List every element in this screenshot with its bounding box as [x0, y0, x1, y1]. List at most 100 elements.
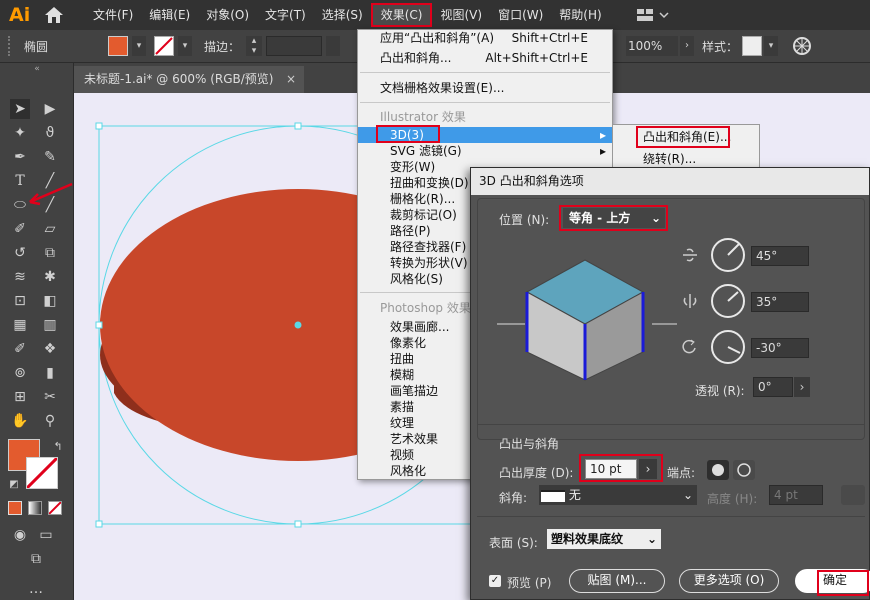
menu-divider: [360, 72, 610, 73]
graph-tool-icon[interactable]: ▮: [40, 363, 60, 383]
grip-icon: [8, 36, 18, 56]
menu-4[interactable]: 选择(S): [314, 0, 371, 30]
close-icon[interactable]: ×: [286, 66, 296, 93]
screen-mode-icon[interactable]: ▭: [36, 525, 56, 545]
draw-mode-icon[interactable]: ◉: [10, 525, 30, 545]
hand-tool-icon[interactable]: ✋: [10, 411, 30, 431]
stroke-stepper[interactable]: ▴ ▾: [246, 36, 263, 56]
chevron-down-icon[interactable]: ▾: [132, 36, 147, 56]
width-tool-icon[interactable]: ≋: [10, 267, 30, 287]
chevron-down-icon[interactable]: ▾: [764, 36, 779, 56]
menu-3[interactable]: 文字(T): [257, 0, 314, 30]
pen-tool-icon[interactable]: ✒: [10, 147, 30, 167]
lasso-icon[interactable]: ϑ: [40, 123, 60, 143]
gradient-mode-icon[interactable]: [28, 501, 42, 515]
resize-handle: [95, 321, 103, 329]
chevron-right-icon[interactable]: ›: [680, 36, 695, 56]
shaper-tool-icon[interactable]: ✐: [10, 219, 30, 239]
home-icon[interactable]: [43, 5, 65, 25]
selection-tool-icon[interactable]: ➤: [10, 99, 30, 119]
menu-item-apply-last[interactable]: 应用“凸出和斜角”(A) Shift+Ctrl+E: [358, 30, 612, 46]
eraser-icon[interactable]: ▱: [40, 219, 60, 239]
swap-colors-icon[interactable]: ↰: [48, 437, 68, 457]
menu-2[interactable]: 对象(O): [198, 0, 257, 30]
section-divider: [477, 516, 865, 517]
menu-bar: Ai 文件(F) 编辑(E) 对象(O) 文字(T) 选择(S) 效果(C) 视图(V) 窗口…: [0, 0, 870, 30]
menu-divider: [360, 102, 610, 103]
zoom-tool-icon[interactable]: ⚲: [40, 411, 60, 431]
chevron-down-icon: ⌄: [646, 532, 657, 546]
direct-selection-tool-icon[interactable]: ▶: [40, 99, 60, 119]
menu-1[interactable]: 编辑(E): [141, 0, 198, 30]
rotate-tool-icon[interactable]: ↺: [10, 243, 30, 263]
default-colors-icon[interactable]: ◩: [4, 475, 24, 495]
blend-tool-icon[interactable]: ❖: [40, 339, 60, 359]
gradient-tool-icon[interactable]: ▥: [40, 315, 60, 335]
shape-builder-icon[interactable]: ◧: [40, 291, 60, 311]
menu-6[interactable]: 视图(V): [432, 0, 490, 30]
recolor-icon[interactable]: [792, 36, 812, 56]
x-rotation-dial[interactable]: [711, 238, 745, 272]
eyedropper-icon[interactable]: ✐: [10, 339, 30, 359]
perspective-input[interactable]: 0°: [753, 377, 793, 397]
magic-wand-icon[interactable]: ✦: [10, 123, 30, 143]
menu-8[interactable]: 帮助(H): [551, 0, 609, 30]
stroke-swatch[interactable]: [154, 36, 175, 56]
menu-item-raster-settings[interactable]: 文档栅格效果设置(E)...: [358, 80, 612, 96]
document-title: 未标题-1.ai* @ 600% (RGB/预览): [84, 72, 274, 86]
preview-label: 预览 (P): [507, 576, 552, 590]
panel-collapse-icon[interactable]: «: [8, 65, 66, 74]
resize-handle: [95, 122, 103, 130]
color-mode-icon[interactable]: [8, 501, 22, 515]
fill-swatch[interactable]: [108, 36, 129, 56]
highlight-extrude-bevel: [636, 126, 730, 148]
section-divider: [477, 424, 865, 425]
stroke-dropdown[interactable]: [326, 36, 341, 56]
slice-tool-icon[interactable]: ✂: [40, 387, 60, 407]
tab-document[interactable]: 未标题-1.ai* @ 600% (RGB/预览) ×: [74, 66, 304, 93]
chevron-right-icon[interactable]: ›: [794, 377, 810, 397]
more-options-button[interactable]: 更多选项 (O): [679, 569, 779, 593]
z-rotation-input[interactable]: -30°: [751, 338, 809, 358]
menu-7[interactable]: 窗口(W): [490, 0, 551, 30]
menu-item-last-effect[interactable]: 凸出和斜角... Alt+Shift+Ctrl+E: [358, 50, 612, 66]
change-screen-mode-icon[interactable]: ⧉: [26, 549, 46, 569]
cap-off-icon[interactable]: [733, 460, 755, 480]
surface-select[interactable]: 塑料效果底纹 ⌄: [547, 529, 661, 549]
menu-0[interactable]: 文件(F): [85, 0, 141, 30]
artboard-tool-icon[interactable]: ⊞: [10, 387, 30, 407]
y-rotation-input[interactable]: 35°: [751, 292, 809, 312]
bevel-direction-icon[interactable]: [841, 485, 865, 505]
workspace-switcher-icon[interactable]: [636, 7, 670, 23]
style-label: 样式：: [702, 39, 739, 54]
stroke-width-input[interactable]: [266, 36, 323, 56]
none-mode-icon[interactable]: [48, 501, 62, 515]
scale-tool-icon[interactable]: ⧉: [40, 243, 60, 263]
position-label: 位置 (N):: [499, 213, 550, 227]
symbol-sprayer-icon[interactable]: ⊚: [10, 363, 30, 383]
opacity-input[interactable]: 100%: [626, 36, 679, 56]
chevron-down-icon[interactable]: ▾: [178, 36, 193, 56]
mesh-tool-icon[interactable]: ▦: [10, 315, 30, 335]
height-input[interactable]: 4 pt: [769, 485, 823, 505]
free-transform-icon[interactable]: ⊡: [10, 291, 30, 311]
z-rotation-dial[interactable]: [711, 330, 745, 364]
stroke-color-swatch[interactable]: [25, 456, 59, 490]
menu-list: 文件(F) 编辑(E) 对象(O) 文字(T) 选择(S) 效果(C) 视图(V) 窗口(W)…: [85, 0, 610, 30]
resize-handle: [294, 122, 302, 130]
more-tools-icon[interactable]: …: [26, 579, 46, 599]
cap-on-icon[interactable]: [707, 460, 729, 480]
puppet-warp-icon[interactable]: ✱: [40, 267, 60, 287]
bevel-select[interactable]: 无 ⌄: [539, 485, 697, 505]
resize-handle: [294, 520, 302, 528]
x-rotation-input[interactable]: 45°: [751, 246, 809, 266]
map-art-button[interactable]: 贴图 (M)...: [569, 569, 665, 593]
curvature-tool-icon[interactable]: ✎: [40, 147, 60, 167]
menu-5[interactable]: 效果(C): [370, 3, 433, 27]
menu-item-illustrator-1[interactable]: SVG 滤镜(G) ▸: [358, 143, 612, 159]
menu-item-revolve[interactable]: 绕转(R)...: [613, 151, 759, 167]
style-swatch[interactable]: [742, 36, 763, 56]
y-rotation-dial[interactable]: [711, 284, 745, 318]
preview-checkbox[interactable]: ✓: [489, 575, 501, 587]
orientation-cube[interactable]: [497, 252, 677, 382]
